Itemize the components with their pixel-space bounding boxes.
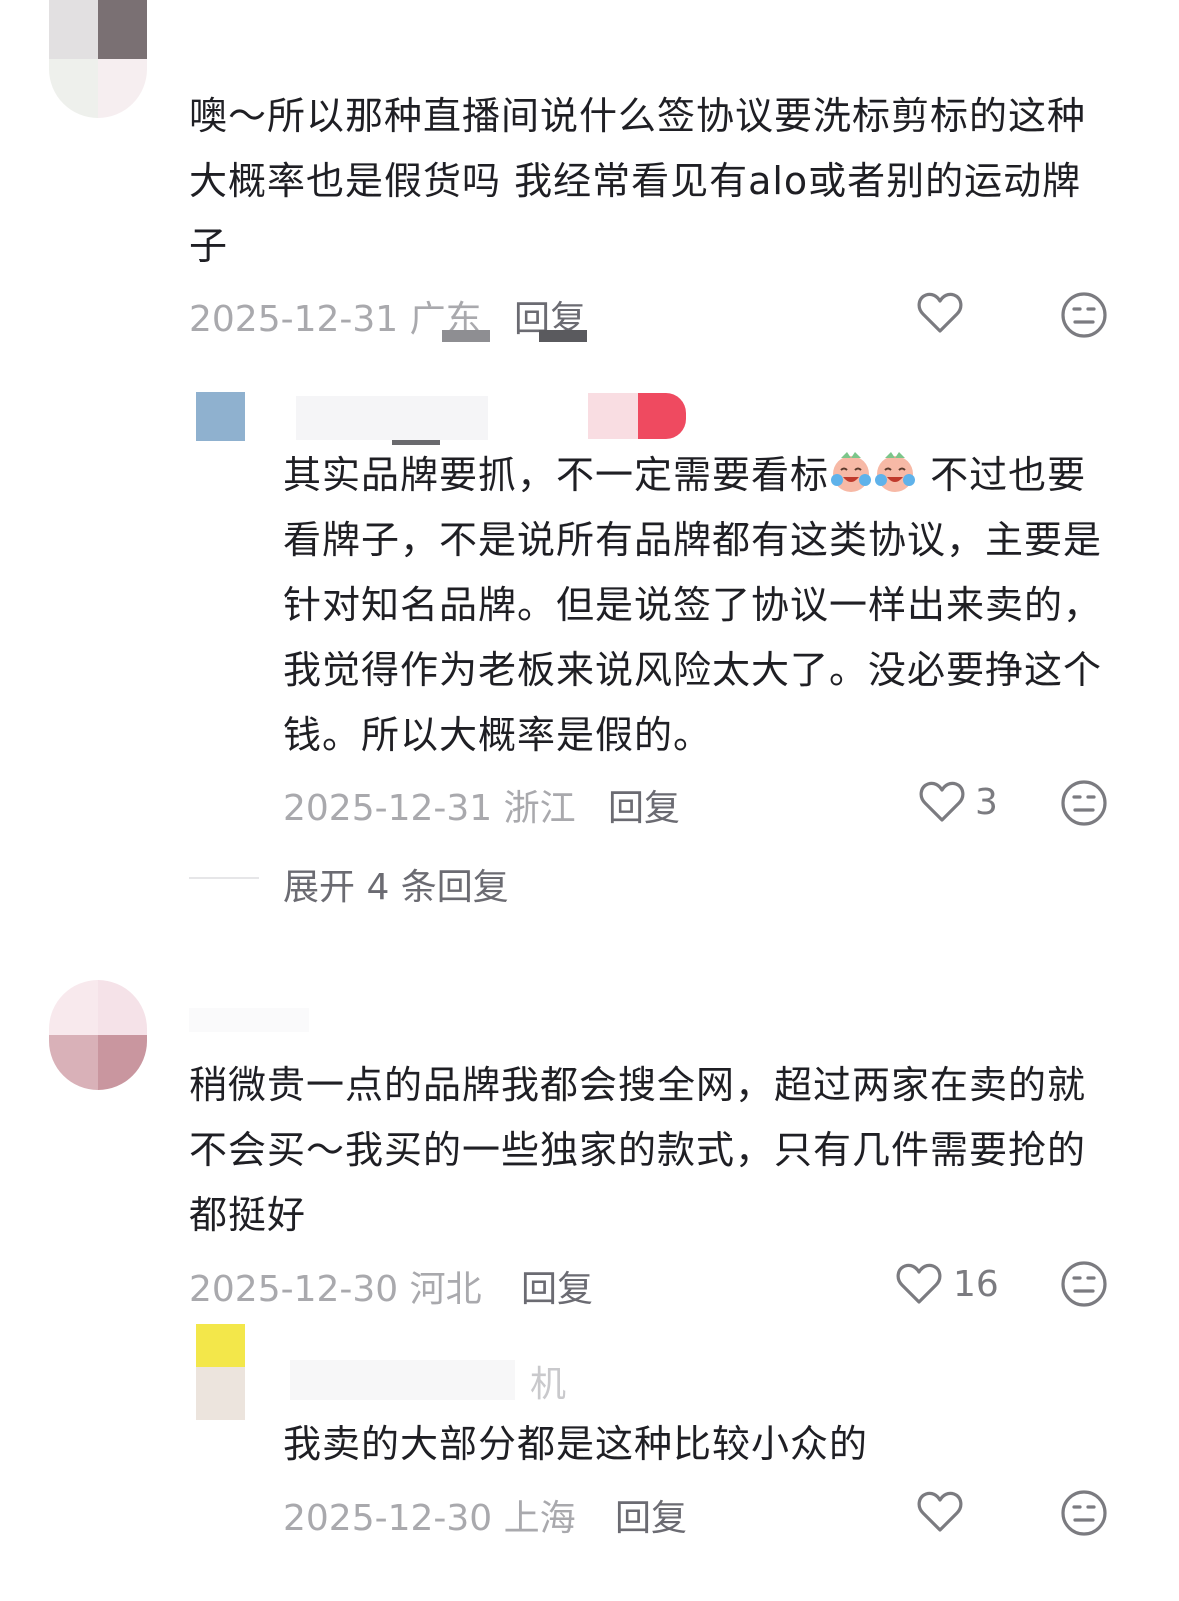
comment-meta: 2025-12-30 河北 (189, 1260, 482, 1312)
username-redacted (290, 1360, 515, 1400)
comment-text: 噢～所以那种直播间说什么签协议要洗标剪标的这种 大概率也是假货吗 我经常看见有a… (189, 94, 1087, 268)
neutral-face-icon[interactable] (1060, 779, 1108, 827)
comment-text-part: 不过也要看牌子，不是说所有品牌都有这类协议，主要是针对知名品牌。但是说签了协议一… (283, 453, 1103, 757)
comment-text: 其实品牌要抓，不一定需要看标 不过也要看牌子，不是说所有品牌都有这类协议，主要是… (283, 443, 1113, 768)
comment-location: 上海 (503, 1498, 576, 1539)
redaction-bar (539, 330, 587, 342)
tag-redacted (588, 393, 638, 439)
reply-button[interactable]: 回复 (608, 779, 680, 831)
neutral-face-icon[interactable] (1060, 291, 1108, 339)
crying-laughing-emoji (831, 452, 872, 492)
avatar[interactable] (196, 392, 245, 441)
heart-outline-icon[interactable] (917, 291, 963, 335)
comment-text: 稍微贵一点的品牌我都会搜全网，超过两家在卖的就不会买～我买的一些独家的款式，只有… (189, 1063, 1087, 1237)
comment-date: 2025-12-31 (283, 788, 493, 829)
comment-date: 2025-12-30 (189, 1269, 399, 1310)
neutral-face-icon[interactable] (1060, 1489, 1108, 1537)
username-partial[interactable]: 机 (530, 1355, 566, 1407)
neutral-face-icon[interactable] (1060, 1260, 1108, 1308)
comment-meta: 2025-12-31 广东 (189, 290, 482, 342)
heart-outline-icon[interactable] (917, 1490, 963, 1534)
heart-outline-icon[interactable] (896, 1262, 942, 1306)
comment-location: 浙江 (503, 788, 576, 829)
crying-laughing-emoji (875, 452, 916, 492)
username-redacted (296, 396, 488, 440)
comment-location: 河北 (409, 1269, 482, 1310)
comment-date: 2025-12-30 (283, 1498, 493, 1539)
divider (189, 877, 259, 879)
avatar[interactable] (49, 980, 147, 1090)
reply-button[interactable]: 回复 (521, 1260, 593, 1312)
avatar[interactable] (196, 1324, 245, 1420)
comment-meta: 2025-12-30 上海 (283, 1489, 576, 1541)
heart-outline-icon[interactable] (919, 780, 965, 824)
comment-meta: 2025-12-31 浙江 (283, 779, 576, 831)
like-count: 16 (953, 1264, 999, 1305)
redaction-bar (442, 330, 490, 342)
username-redacted (189, 1008, 309, 1032)
avatar[interactable] (49, 0, 147, 118)
comment-date: 2025-12-31 (189, 299, 399, 340)
expand-replies-button[interactable]: 展开 4 条回复 (283, 858, 509, 910)
comment-text: 我卖的大部分都是这种比较小众的 (283, 1422, 869, 1466)
comment-text-part: 其实品牌要抓，不一定需要看标 (283, 453, 830, 497)
like-count: 3 (975, 782, 998, 823)
reply-button[interactable]: 回复 (615, 1489, 687, 1541)
tag-redacted (638, 393, 686, 439)
